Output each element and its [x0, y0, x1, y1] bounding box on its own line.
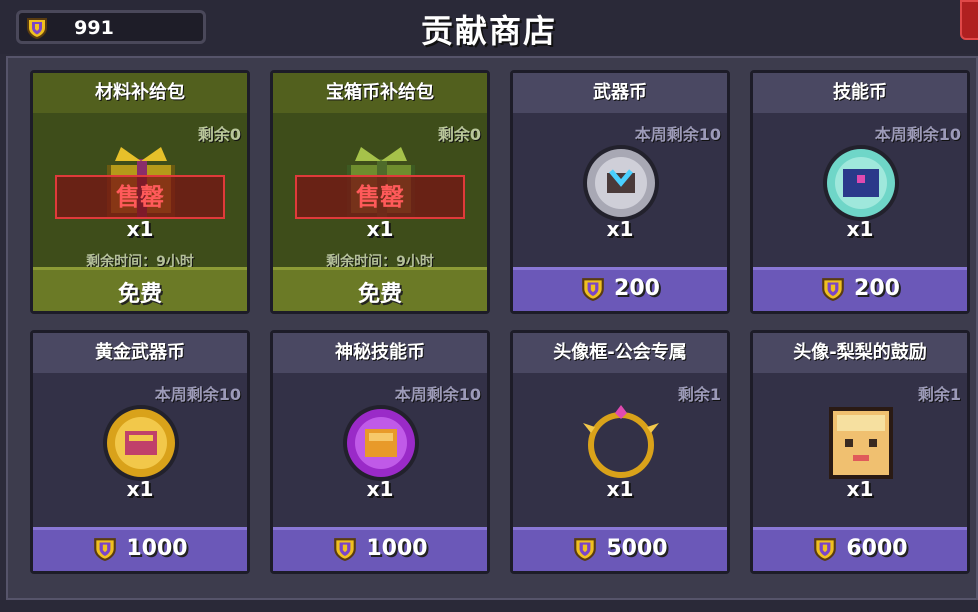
shop-card-material-pack[interactable]: 材料补给包 剩余0 售罄 x1 剩余时间：9小时 免费 [30, 70, 250, 314]
shop-card-skill-coin[interactable]: 技能币 本周剩余10 x1 200 [750, 70, 970, 314]
card-title: 神秘技能币 [273, 333, 487, 373]
shield-icon [94, 538, 117, 561]
card-remaining: 剩余1 [917, 385, 961, 404]
shield-icon [822, 278, 844, 301]
card-quantity: x1 [126, 477, 154, 501]
card-title: 武器币 [513, 73, 727, 113]
card-remaining: 剩余0 [197, 125, 241, 144]
footer-strip [0, 600, 978, 612]
card-quantity: x1 [846, 217, 874, 241]
soldout-badge: 售罄 [295, 175, 465, 219]
price-button[interactable]: 5000 [513, 527, 727, 571]
card-title: 宝箱币补给包 [273, 73, 487, 113]
card-title: 材料补给包 [33, 73, 247, 113]
card-title: 技能币 [753, 73, 967, 113]
card-quantity: x1 [366, 477, 394, 501]
shield-icon [334, 538, 357, 561]
price-label: 5000 [606, 536, 668, 561]
shop-panel: 材料补给包 剩余0 售罄 x1 剩余时间：9小时 免费 宝箱币补给包 剩余0 售… [6, 56, 978, 600]
card-title: 头像框-公会专属 [513, 333, 727, 373]
shop-card-weapon-coin[interactable]: 武器币 本周剩余10 x1 200 [510, 70, 730, 314]
shop-card-chest-coin-pack[interactable]: 宝箱币补给包 剩余0 售罄 x1 剩余时间：9小时 免费 [270, 70, 490, 314]
price-button[interactable]: 免费 [33, 267, 247, 311]
card-title: 黄金武器币 [33, 333, 247, 373]
card-quantity: x1 [846, 477, 874, 501]
soldout-badge: 售罄 [55, 175, 225, 219]
price-button[interactable]: 6000 [753, 527, 967, 571]
shield-icon [574, 538, 597, 561]
card-remaining: 剩余1 [677, 385, 721, 404]
shop-card-mystery-skill-coin[interactable]: 神秘技能币 本周剩余10 x1 1000 [270, 330, 490, 574]
shop-card-gold-weapon-coin[interactable]: 黄金武器币 本周剩余10 x1 1000 [30, 330, 250, 574]
top-bar: 991 贡献商店 [0, 0, 978, 54]
card-remaining: 剩余0 [437, 125, 481, 144]
card-title: 头像-梨梨的鼓励 [753, 333, 967, 373]
card-quantity: x1 [606, 477, 634, 501]
price-button[interactable]: 200 [753, 267, 967, 311]
shop-card-avatar-frame[interactable]: 头像框-公会专属 剩余1 x1 5000 [510, 330, 730, 574]
price-button[interactable]: 1000 [273, 527, 487, 571]
price-button[interactable]: 1000 [33, 527, 247, 571]
shop-card-avatar-portrait[interactable]: 头像-梨梨的鼓励 剩余1 x1 6000 [750, 330, 970, 574]
price-button[interactable]: 免费 [273, 267, 487, 311]
page-title: 贡献商店 [420, 12, 557, 50]
price-label: 1000 [366, 536, 428, 561]
price-label: 免费 [117, 282, 162, 307]
card-quantity: x1 [366, 217, 394, 241]
price-label: 免费 [357, 282, 402, 307]
shield-icon [582, 278, 604, 301]
card-quantity: x1 [126, 217, 154, 241]
close-button[interactable] [960, 0, 978, 40]
price-label: 200 [614, 276, 660, 301]
shield-icon [814, 538, 837, 561]
price-button[interactable]: 200 [513, 267, 727, 311]
price-label: 1000 [126, 536, 188, 561]
price-label: 6000 [846, 536, 908, 561]
card-quantity: x1 [606, 217, 634, 241]
price-label: 200 [854, 276, 900, 301]
